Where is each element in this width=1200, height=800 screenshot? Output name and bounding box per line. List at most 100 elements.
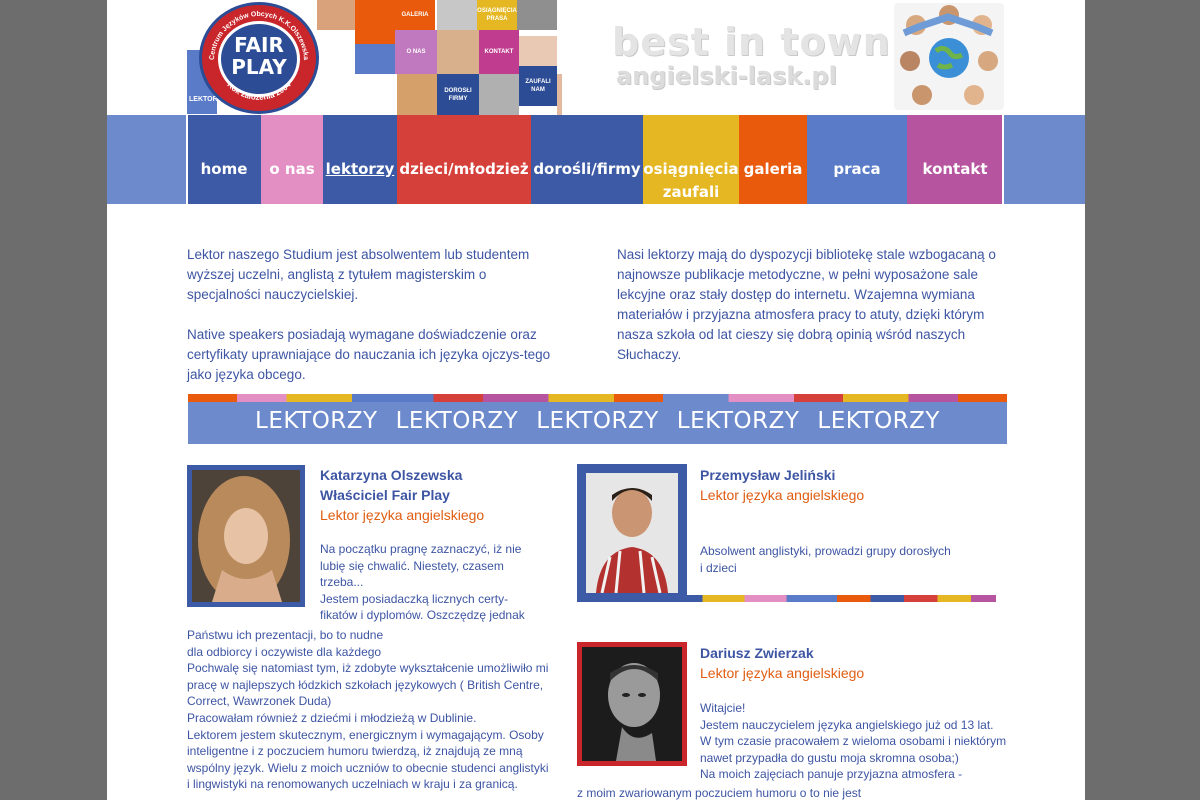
bio-line: nawet przypadła do gustu moja skromna os… (700, 750, 959, 765)
group-globe-illustration (900, 5, 998, 105)
bio-line: Lektorem jestem skutecznym, energicznym … (187, 727, 544, 742)
logo-line1: FAIR (234, 33, 284, 57)
teacher-photo-jelinski (577, 464, 687, 602)
teacher-bio: Witajcie! Jestem nauczycielem języka ang… (700, 700, 1006, 783)
bio-line: Na początku pragnę zaznaczyć, iż nie (320, 542, 522, 556)
mosaic-osiagniecia[interactable]: OSIĄGNIĘCIA PRASA (477, 0, 517, 30)
nav-o-nas-label: o nas (269, 160, 315, 178)
teacher-bio-wide: Państwu ich prezentacji, bo to nudne dla… (187, 627, 549, 793)
photo-tile (437, 30, 479, 74)
photo-tile (517, 0, 557, 30)
teacher-name: Dariusz Zwierzak (700, 645, 814, 661)
nav-dzieci-label: dzieci/młodzież (399, 160, 529, 178)
photo-tile (557, 74, 562, 115)
nav-kontakt-label: kontakt (922, 160, 988, 178)
bio-line: wspólny język. Wielu z moich uczniów to … (187, 760, 549, 775)
bio-line: Jestem posiadaczką licznych certy- (320, 591, 509, 606)
nav-lektorzy[interactable]: lektorzy (323, 115, 397, 204)
band-words: LEKTORZY LEKTORZY LEKTORZY LEKTORZY LEKTORZY (188, 408, 1007, 434)
nav-divider (186, 115, 188, 204)
nav-home[interactable]: home (187, 115, 261, 204)
band-word: LEKTORZY (395, 408, 519, 434)
nav-left-filler (107, 115, 187, 204)
nav-dorosli-label: dorośli/firmy (533, 160, 641, 178)
photo-tile (519, 36, 557, 66)
bio-line: pracę w najlepszych łódzkich szkołach ję… (187, 677, 544, 692)
main-nav: home o nas lektorzy dzieci/młodzież doro… (107, 115, 1085, 219)
band-color-stripes (188, 394, 1007, 402)
mosaic-galeria-label: GALERIA (401, 12, 429, 18)
mosaic-zaufali-label: ZAUFALI NAM (525, 79, 551, 93)
nav-praca[interactable]: praca (807, 115, 907, 204)
nav-right-filler (1003, 115, 1085, 204)
teacher-name: Katarzyna Olszewska (320, 467, 463, 483)
teacher-bio-wide: z moim zwariowanym poczuciem humoru o to… (577, 785, 861, 800)
group-globe-photo (894, 3, 1004, 110)
intro-right: Nasi lektorzy mają do dyspozycji bibliot… (617, 245, 1012, 385)
logo-center: FAIR PLAY (218, 21, 300, 97)
bio-line: i dzieci (700, 560, 737, 575)
nav-lektorzy-label: lektorzy (325, 160, 395, 178)
bio-line: Absolwent anglistyki, prowadzi grupy dor… (700, 544, 951, 558)
bio-line: z moim zwariowanym poczuciem humoru o to… (577, 786, 862, 800)
mosaic-kontakt-label: KONTAKT (484, 49, 514, 55)
mosaic-zaufali[interactable]: ZAUFALI NAM (519, 66, 557, 106)
teacher-photo-zwierzak (577, 642, 687, 766)
bio-line: dla odbiorcy i oczywiste dla każdego (187, 644, 382, 659)
lektorzy-banner: LEKTORZY LEKTORZY LEKTORZY LEKTORZY LEKTORZY (188, 394, 1007, 444)
nav-kontakt[interactable]: kontakt (907, 115, 1003, 204)
mosaic-galeria[interactable]: GALERIA (395, 0, 435, 30)
band-word: LEKTORZY (676, 408, 800, 434)
logo-line2: PLAY (231, 55, 287, 79)
teacher-title: Właściciel Fair Play (320, 487, 450, 503)
tagline: best in town angielski-lask.pl (612, 22, 891, 90)
mosaic-o-nas[interactable]: O NAS (395, 30, 437, 74)
portrait-illustration (586, 473, 678, 593)
intro-right-p1: Nasi lektorzy mają do dyspozycji bibliot… (617, 247, 996, 362)
tagline-domain: angielski-lask.pl (616, 62, 837, 90)
nav-zaufali-nam-label[interactable]: zaufali nam (643, 183, 739, 219)
page: LEKTORZY Centrum Języków Obcych K.K.Olsz… (107, 0, 1085, 800)
portrait-illustration (192, 470, 300, 602)
teacher-role: Lektor języka angielskiego (700, 665, 865, 681)
bio-line: Pochwalę się natomiast tym, iż zdobyte w… (187, 661, 549, 676)
nav-osiagniecia[interactable]: osiągnięcia zaufali nam (643, 115, 739, 219)
photo-tile (317, 0, 359, 30)
bio-line: Pracowałam również z dziećmi i młodzieżą… (187, 710, 477, 725)
mosaic-osiagniecia-label: OSIĄGNIĘCIA PRASA (477, 8, 517, 22)
bio-line: i lingwistyki na renomowanych uczelniach… (187, 777, 518, 792)
fair-play-logo[interactable]: Centrum Języków Obcych K.K.Olszewska Rok… (199, 2, 319, 114)
photo-tile (479, 74, 519, 115)
bio-line: trzeba... (320, 575, 364, 590)
nav-home-label: home (200, 160, 248, 178)
bio-line: fikatów i dyplomów. Oszczędzę jednak (320, 608, 525, 623)
portrait-illustration (582, 647, 682, 761)
bio-line: Jestem nauczycielem języka angielskiego … (700, 717, 994, 732)
nav-dorosli-firmy[interactable]: dorośli/firmy (531, 115, 643, 204)
mosaic-kontakt[interactable]: KONTAKT (479, 30, 519, 74)
nav-divider (1002, 115, 1004, 204)
nav-o-nas[interactable]: o nas (261, 115, 323, 204)
intro-left-p2: Native speakers posiadają wymagane doświ… (187, 327, 551, 382)
photo-tile (397, 74, 437, 115)
teacher-role: Lektor języka angielskiego (700, 487, 865, 503)
nav-galeria[interactable]: galeria (739, 115, 807, 204)
mosaic-dorosli-label: DOROSŁI FIRMY (444, 87, 472, 102)
photo-tile (437, 0, 477, 30)
band-word: LEKTORZY (255, 408, 378, 434)
bio-line: Na moich zajęciach panuje przyjazna atmo… (700, 767, 963, 782)
nav-dzieci-mlodziez[interactable]: dzieci/młodzież (397, 115, 531, 204)
mosaic-o-nas-label: O NAS (406, 49, 426, 55)
bio-line: Correct, Wawrzonek Duda) (187, 694, 332, 709)
nav-osiagniecia-label: osiągnięcia (643, 160, 739, 178)
teacher-role: Lektor języka angielskiego (320, 507, 485, 523)
header-mosaic: GALERIA OSIĄGNIĘCIA PRASA O NAS KONTAKT … (312, 0, 562, 115)
teacher-photo-olszewska (187, 465, 305, 607)
card-color-strip (577, 595, 996, 602)
bio-line: Państwu ich prezentacji, bo to nudne (187, 628, 384, 642)
mosaic-blank-orange (355, 0, 395, 44)
teacher-bio: Absolwent anglistyki, prowadzi grupy dor… (700, 543, 951, 576)
bio-line: W tym czasie pracowałem z wieloma osobam… (700, 734, 1007, 749)
header-banner: LEKTORZY Centrum Języków Obcych K.K.Olsz… (107, 0, 1085, 115)
mosaic-dorosli[interactable]: DOROSŁI FIRMY (437, 74, 479, 115)
